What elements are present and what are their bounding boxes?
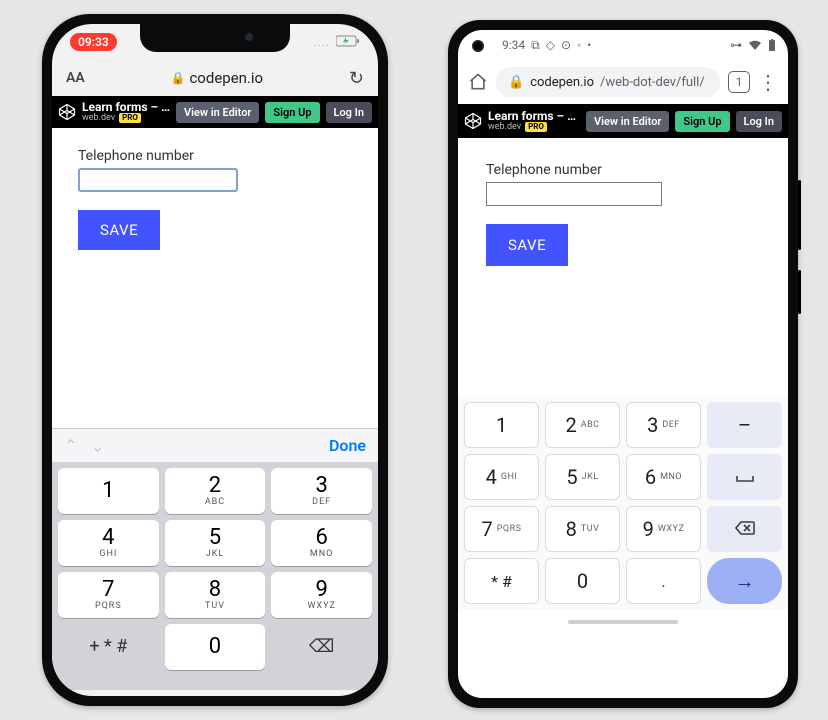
ios-numeric-keypad: 12ABC3DEF 4GHI5JKL6MNO 7PQRS8TUV9WXYZ + * #… (52, 462, 378, 676)
keyboard-done-button[interactable]: Done (329, 436, 366, 455)
next-field-icon[interactable]: ⌃ (91, 436, 104, 455)
codepen-header: Learn forms – virt… web.dev PRO View in … (458, 104, 788, 138)
iphone-notch (140, 24, 290, 52)
keypad-key-1[interactable]: 1 (58, 468, 159, 514)
keypad-key-0[interactable]: 0 (545, 558, 620, 604)
keypad-key-5[interactable]: 5JKL (165, 520, 266, 566)
chrome-toolbar: 🔒 codepen.io/web-dot-dev/full/ 1 ⋮ (458, 60, 788, 104)
vpn-key-icon: ⊶ (730, 38, 742, 52)
safari-address-bar[interactable]: AA 🔒 codepen.io ↻ (52, 60, 378, 96)
keypad-key-7[interactable]: 7PQRS (464, 506, 539, 552)
keypad-key-8[interactable]: 8TUV (545, 506, 620, 552)
prev-field-icon[interactable]: ⌃ (64, 436, 77, 455)
android-gesture-bar (458, 610, 788, 634)
log-in-button[interactable]: Log In (736, 111, 782, 132)
text-size-button[interactable]: AA (66, 70, 85, 86)
overflow-menu-icon[interactable]: ⋮ (758, 72, 778, 92)
keypad-key-0[interactable]: 0 (165, 624, 266, 670)
battery-icon (768, 39, 776, 52)
pixel-camera-cutout (472, 40, 484, 52)
codepen-logo-icon (58, 103, 76, 121)
keypad-key-3[interactable]: 3DEF (271, 468, 372, 514)
keypad-key-3[interactable]: 3DEF (626, 402, 701, 448)
pen-author: web.dev (82, 114, 115, 123)
telephone-label: Telephone number (78, 148, 352, 164)
iphone-screen: 09:33 .... AA 🔒 codepen.io ↻ (52, 24, 378, 696)
keypad-key-7[interactable]: 7PQRS (58, 572, 159, 618)
log-in-button[interactable]: Log In (326, 102, 372, 123)
safari-host-label: codepen.io (189, 69, 263, 87)
pro-badge: PRO (525, 122, 547, 132)
more-notifications-icon: • (587, 38, 591, 52)
chrome-omnibox[interactable]: 🔒 codepen.io/web-dot-dev/full/ (496, 67, 720, 97)
iphone-device: 09:33 .... AA 🔒 codepen.io ↻ (42, 14, 388, 706)
keypad-key-2[interactable]: 2ABC (545, 402, 620, 448)
android-numeric-keypad: 12ABC3DEF– 4GHI5JKL6MNO 7PQRS8TUV9WXYZ * #0… (458, 396, 788, 610)
pen-title: Learn forms – virt… (488, 110, 580, 122)
pen-author: web.dev (488, 123, 521, 132)
keypad-key-8[interactable]: 8TUV (165, 572, 266, 618)
keypad-key-2[interactable]: 2ABC (165, 468, 266, 514)
android-form-area: Telephone number SAVE (458, 138, 788, 396)
battery-charging-icon (336, 35, 360, 50)
keypad-key-␣[interactable] (707, 454, 782, 500)
status-icon: ⧉ (531, 38, 540, 53)
reload-icon[interactable]: ↻ (349, 68, 364, 89)
view-in-editor-button[interactable]: View in Editor (586, 111, 669, 132)
ios-signal-indicator: .... (313, 35, 330, 49)
keypad-key-* #[interactable]: * # (464, 558, 539, 604)
pen-title: Learn forms – virt… (82, 101, 170, 113)
save-button[interactable]: SAVE (78, 210, 160, 250)
status-icon: ◇ (546, 38, 555, 52)
keypad-key-→[interactable]: → (707, 558, 782, 604)
codepen-logo-icon (464, 112, 482, 130)
keypad-key-.[interactable]: . (626, 558, 701, 604)
pixel-screen: 9:34 ⧉ ◇ ⊙ ◦ • ⊶ 🔒 codepen.io/web-dot-de… (458, 30, 788, 698)
lock-icon: 🔒 (171, 71, 186, 85)
chrome-path-label: /web-dot-dev/full/ (600, 75, 705, 90)
keypad-key-6[interactable]: 6MNO (626, 454, 701, 500)
sign-up-button[interactable]: Sign Up (265, 102, 319, 123)
pixel-device: 9:34 ⧉ ◇ ⊙ ◦ • ⊶ 🔒 codepen.io/web-dot-de… (448, 20, 798, 708)
view-in-editor-button[interactable]: View in Editor (176, 102, 259, 123)
keypad-key-5[interactable]: 5JKL (545, 454, 620, 500)
android-status-bar: 9:34 ⧉ ◇ ⊙ ◦ • ⊶ (458, 30, 788, 60)
telephone-input[interactable] (486, 182, 662, 206)
keypad-key-⌫[interactable]: ⌫ (271, 624, 372, 670)
keypad-key-9[interactable]: 9WXYZ (626, 506, 701, 552)
keypad-key-+ * #[interactable]: + * # (58, 624, 159, 670)
home-icon[interactable] (468, 72, 488, 92)
telephone-label: Telephone number (486, 162, 760, 178)
keypad-key-⌫[interactable] (707, 506, 782, 552)
status-icon: ⊙ (561, 38, 571, 52)
volume-rocker (798, 180, 801, 250)
sign-up-button[interactable]: Sign Up (675, 111, 729, 132)
keypad-key-9[interactable]: 9WXYZ (271, 572, 372, 618)
android-time: 9:34 (502, 38, 525, 52)
keypad-key-1[interactable]: 1 (464, 402, 539, 448)
keypad-key-6[interactable]: 6MNO (271, 520, 372, 566)
save-button[interactable]: SAVE (486, 224, 568, 266)
wifi-icon (748, 39, 762, 51)
location-icon: ◦ (577, 38, 581, 52)
lock-icon: 🔒 (508, 75, 524, 90)
tab-switcher-button[interactable]: 1 (728, 71, 750, 93)
keypad-key-4[interactable]: 4GHI (464, 454, 539, 500)
chrome-host-label: codepen.io (530, 75, 594, 90)
power-button (798, 270, 801, 314)
codepen-header: Learn forms – virt… web.dev PRO View in … (52, 96, 378, 128)
ios-form-area: Telephone number SAVE (52, 128, 378, 428)
pro-badge: PRO (119, 113, 141, 123)
ios-recording-time-pill: 09:33 (70, 33, 117, 51)
keypad-key-–[interactable]: – (707, 402, 782, 448)
ios-keyboard-accessory: ⌃ ⌃ Done (52, 428, 378, 462)
telephone-input[interactable] (78, 168, 238, 192)
keypad-key-4[interactable]: 4GHI (58, 520, 159, 566)
safari-url[interactable]: 🔒 codepen.io (95, 69, 339, 87)
